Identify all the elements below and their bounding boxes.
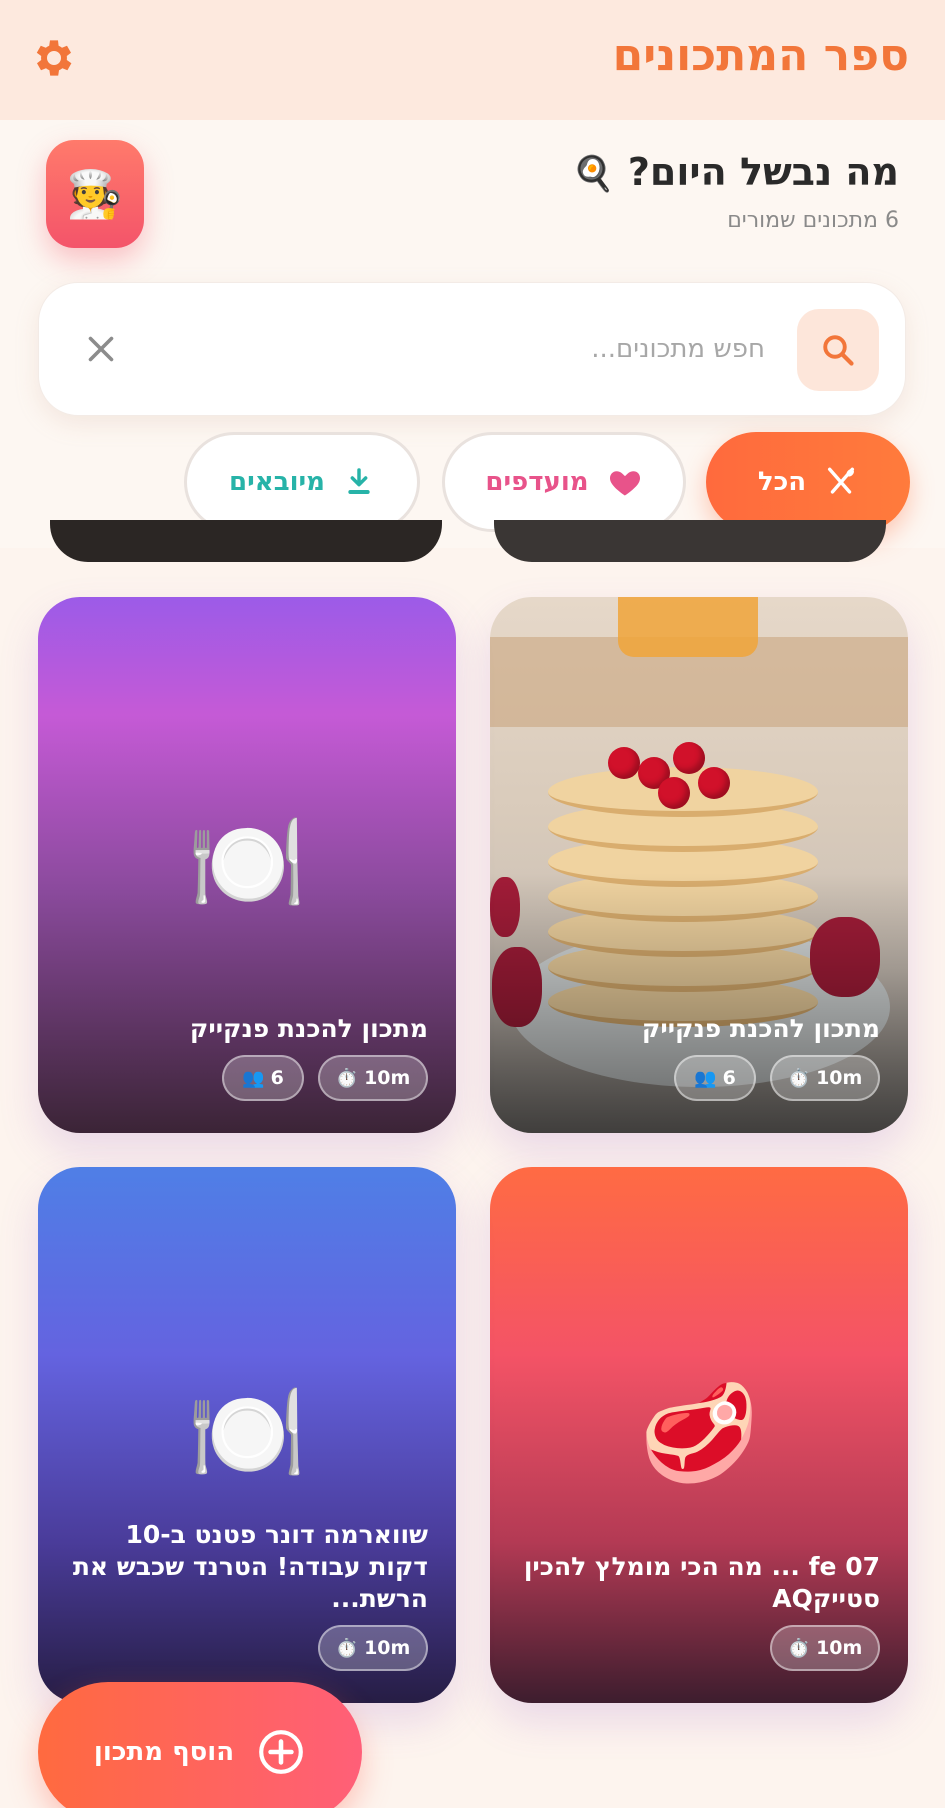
filter-imported-chip[interactable]: מיובאים bbox=[184, 432, 420, 532]
frying-pan-icon: 🍳 bbox=[572, 154, 615, 194]
search-button[interactable] bbox=[797, 309, 879, 391]
utensils-icon bbox=[828, 467, 855, 494]
close-icon[interactable] bbox=[71, 319, 131, 379]
greeting-title: מה נבשל היום? 🍳 bbox=[566, 150, 899, 194]
gear-icon[interactable] bbox=[30, 34, 78, 82]
add-recipe-button[interactable]: הוסף מתכון bbox=[38, 1682, 362, 1808]
time-badge: ⏱️ 10m bbox=[318, 1055, 428, 1101]
recipe-card-partial[interactable] bbox=[494, 520, 886, 562]
timer-icon: ⏱️ bbox=[335, 1067, 359, 1089]
servings-badge: 👥 6 bbox=[222, 1055, 304, 1101]
search-icon bbox=[823, 335, 854, 366]
filter-label: מועדפים bbox=[485, 467, 589, 497]
plate-icon: 🍽️ bbox=[187, 1377, 307, 1489]
timer-icon: ⏱️ bbox=[335, 1637, 359, 1659]
filter-label: מיובאים bbox=[229, 467, 325, 497]
timer-icon: ⏱️ bbox=[787, 1637, 811, 1659]
heart-icon bbox=[609, 471, 640, 496]
app-title: ספר המתכונים bbox=[612, 30, 909, 81]
search-input[interactable] bbox=[205, 317, 765, 381]
recipe-card[interactable]: מתכון להכנת פנקייק ⏱️ 10m 👥 6 bbox=[490, 597, 908, 1133]
plate-icon: 🍽️ bbox=[187, 807, 307, 919]
filter-label: הכל bbox=[757, 467, 807, 497]
recipe-card[interactable]: 🍽️ מתכון להכנת פנקייק ⏱️ 10m 👥 6 bbox=[38, 597, 456, 1133]
recipe-card[interactable]: 🍽️ שווארמה דונר פטנט ב-10 דקות עבודה! הט… bbox=[38, 1167, 456, 1703]
saved-count: 6 מתכונים שמורים bbox=[727, 208, 899, 233]
recipe-title: מתכון להכנת פנקייק bbox=[641, 1014, 880, 1043]
time-badge: ⏱️ 10m bbox=[770, 1625, 880, 1671]
recipe-card-partial[interactable] bbox=[50, 520, 442, 562]
chef-icon: 🧑‍🍳 bbox=[66, 166, 124, 221]
recipe-title: שווארמה דונר פטנט ב-10 דקות עבודה! הטרנד… bbox=[72, 1520, 428, 1613]
app-bar: ספר המתכונים bbox=[0, 0, 945, 120]
time-badge: ⏱️ 10m bbox=[318, 1625, 428, 1671]
timer-icon: ⏱️ bbox=[787, 1067, 811, 1089]
search-box bbox=[38, 282, 906, 416]
people-icon: 👥 bbox=[694, 1067, 717, 1089]
add-recipe-label: הוסף מתכון bbox=[93, 1737, 235, 1767]
download-icon bbox=[348, 468, 370, 494]
recipe-title: 07 fe ... מה הכי מומלץ להכין סטייקAQ bbox=[523, 1552, 880, 1613]
avatar[interactable]: 🧑‍🍳 bbox=[46, 140, 144, 248]
filter-favorites-chip[interactable]: מועדפים bbox=[442, 432, 686, 532]
recipe-card[interactable]: 🥩 07 fe ... מה הכי מומלץ להכין סטייקAQ ⏱… bbox=[490, 1167, 908, 1703]
filter-all-chip[interactable]: הכל bbox=[706, 432, 910, 532]
recipe-title: מתכון להכנת פנקייק bbox=[189, 1014, 428, 1043]
steak-icon: 🥩 bbox=[639, 1377, 759, 1489]
people-icon: 👥 bbox=[242, 1067, 265, 1089]
servings-badge: 👥 6 bbox=[674, 1055, 756, 1101]
plus-circle-icon bbox=[259, 1730, 303, 1774]
greeting-text: מה נבשל היום? bbox=[627, 150, 899, 194]
time-badge: ⏱️ 10m bbox=[770, 1055, 880, 1101]
